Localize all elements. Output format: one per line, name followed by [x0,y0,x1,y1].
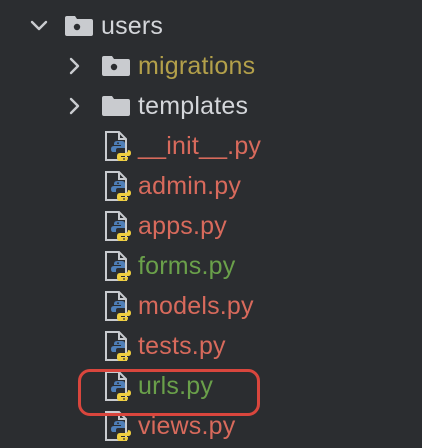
tree-row-users[interactable]: users [0,6,422,46]
python-file-icon [105,131,131,161]
tree-item-label: tests.py [138,332,226,360]
tree-item-label: forms.py [138,252,236,280]
tree-row-tests-py[interactable]: tests.py [0,326,422,366]
python-file-icon [105,331,131,361]
python-file-icon [105,251,131,281]
folder-icon [102,56,130,76]
python-file-icon [105,211,131,241]
tree-row-apps-py[interactable]: apps.py [0,206,422,246]
tree-row-forms-py[interactable]: forms.py [0,246,422,286]
chevron-right-icon[interactable] [64,95,86,117]
chevron-down-icon[interactable] [28,15,50,37]
tree-item-label: users [101,12,164,40]
tree-row-admin-py[interactable]: admin.py [0,166,422,206]
tree-item-label: apps.py [138,212,227,240]
python-file-icon [105,171,131,201]
tree-item-label: templates [138,92,249,120]
highlight-ring [78,369,260,416]
tree-row-models-py[interactable]: models.py [0,286,422,326]
tree-row-migrations[interactable]: migrations [0,46,422,86]
tree-item-label: __init__.py [138,132,262,160]
tree-item-label: admin.py [138,172,242,200]
folder-icon [65,16,93,36]
tree-item-label: models.py [138,292,254,320]
tree-row-init-py[interactable]: __init__.py [0,126,422,166]
tree-row-templates[interactable]: templates [0,86,422,126]
project-tree: users migrations templates __init__.py a… [0,0,422,448]
folder-icon [102,96,130,116]
tree-item-label: migrations [138,52,256,80]
python-file-icon [105,291,131,321]
chevron-right-icon[interactable] [64,55,86,77]
